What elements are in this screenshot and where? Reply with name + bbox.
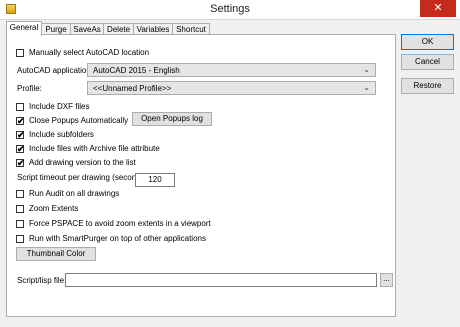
run-on-top-label: Run with SmartPurger on top of other app… xyxy=(29,234,206,243)
ok-button[interactable]: OK xyxy=(401,34,454,50)
check-icon: ✔ xyxy=(17,130,25,140)
browse-button[interactable]: ... xyxy=(380,273,393,287)
profile-value: <<Unnamed Profile>> xyxy=(93,84,172,93)
run-audit-checkbox[interactable] xyxy=(16,190,24,198)
check-icon: ✔ xyxy=(17,158,25,168)
restore-button[interactable]: Restore xyxy=(401,78,454,94)
check-icon: ✔ xyxy=(17,144,25,154)
force-pspace-label: Force PSPACE to avoid zoom extents in a … xyxy=(29,219,211,228)
run-on-top-checkbox[interactable] xyxy=(16,235,24,243)
manual-location-label: Manually select AutoCAD location xyxy=(29,48,150,57)
close-popups-checkbox[interactable]: ✔ xyxy=(16,116,25,126)
chevron-down-icon: ⌄ xyxy=(363,83,370,92)
add-drawing-version-label: Add drawing version to the list xyxy=(29,158,136,167)
chevron-down-icon: ⌄ xyxy=(363,65,370,74)
profile-label: Profile: xyxy=(17,84,42,93)
open-popups-log-button[interactable]: Open Popups log xyxy=(132,112,212,126)
script-timeout-input[interactable]: 120 xyxy=(135,173,175,187)
force-pspace-checkbox[interactable] xyxy=(16,220,24,228)
check-icon: ✔ xyxy=(17,116,25,126)
include-dxf-checkbox[interactable] xyxy=(16,103,24,111)
include-subfolders-label: Include subfolders xyxy=(29,130,94,139)
include-dxf-label: Include DXF files xyxy=(29,102,90,111)
include-archive-label: Include files with Archive file attribut… xyxy=(29,144,160,153)
add-drawing-version-checkbox[interactable]: ✔ xyxy=(16,158,25,168)
manual-location-checkbox[interactable] xyxy=(16,49,24,57)
thumbnail-color-button[interactable]: Thumbnail Color xyxy=(16,247,96,261)
script-file-label: Script/lisp file: xyxy=(17,276,67,285)
close-button[interactable]: ✕ xyxy=(420,0,456,17)
cancel-button[interactable]: Cancel xyxy=(401,54,454,70)
profile-select[interactable]: <<Unnamed Profile>> ⌄ xyxy=(87,81,376,95)
autocad-app-value: AutoCAD 2015 - English xyxy=(93,66,180,75)
close-popups-label: Close Popups Automatically xyxy=(29,116,129,125)
title-bar: Settings ✕ xyxy=(0,0,460,20)
script-file-input[interactable] xyxy=(65,273,377,287)
run-audit-label: Run Audit on all drawings xyxy=(29,189,120,198)
zoom-extents-label: Zoom Extents xyxy=(29,204,79,213)
autocad-app-label: AutoCAD application: xyxy=(17,66,94,75)
general-panel: Manually select AutoCAD location AutoCAD… xyxy=(6,34,396,317)
script-timeout-label: Script timeout per drawing (seconds): xyxy=(17,173,150,182)
include-archive-checkbox[interactable]: ✔ xyxy=(16,144,25,154)
zoom-extents-checkbox[interactable] xyxy=(16,205,24,213)
autocad-app-select[interactable]: AutoCAD 2015 - English ⌄ xyxy=(87,63,376,77)
include-subfolders-checkbox[interactable]: ✔ xyxy=(16,130,25,140)
tab-general[interactable]: General xyxy=(6,21,42,36)
window-title: Settings xyxy=(210,3,250,15)
